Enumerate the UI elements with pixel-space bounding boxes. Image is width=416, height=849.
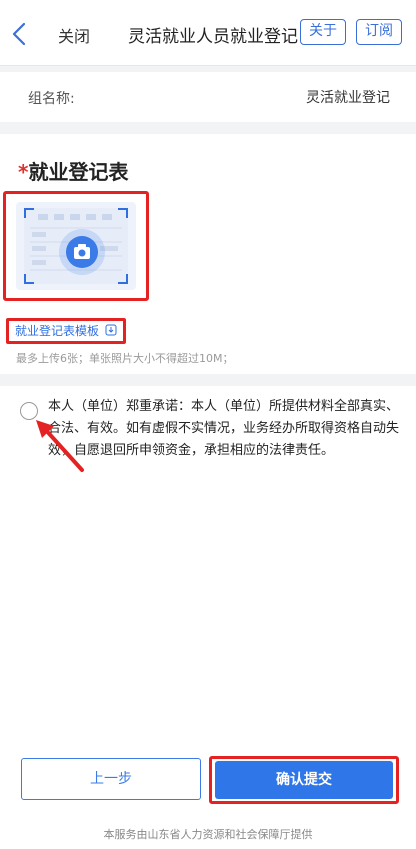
commitment-section: 本人（单位）郑重承诺：本人（单位）所提供材料全部真实、合法、有效。如有虚假不实情… bbox=[0, 386, 416, 726]
commitment-text: 本人（单位）郑重承诺：本人（单位）所提供材料全部真实、合法、有效。如有虚假不实情… bbox=[48, 399, 400, 458]
group-name-label: 组名称: bbox=[28, 91, 75, 107]
frame-corner bbox=[24, 274, 34, 284]
frame-corner bbox=[118, 274, 128, 284]
group-name-row: 组名称: 灵活就业登记 bbox=[0, 72, 416, 122]
group-name-value: 灵活就业登记 bbox=[306, 90, 390, 106]
frame-corner bbox=[24, 208, 34, 218]
upload-hint: 最多上传6张；单张照片大小不得超过10M； bbox=[16, 352, 234, 365]
top-nav-bar: 关闭 灵活就业人员就业登记 关于 订阅 bbox=[0, 0, 416, 66]
required-mark: * bbox=[18, 160, 29, 184]
bottom-action-bar: 上一步 确认提交 本服务由山东省人力资源和社会保障厅提供 bbox=[0, 726, 416, 849]
about-button[interactable]: 关于 bbox=[300, 19, 346, 45]
camera-icon[interactable] bbox=[66, 236, 98, 268]
download-icon bbox=[105, 324, 117, 336]
back-arrow-icon[interactable] bbox=[8, 20, 32, 48]
close-button[interactable]: 关闭 bbox=[58, 23, 90, 47]
section-title: *就业登记表 bbox=[18, 156, 128, 185]
red-annotation-arrow-icon bbox=[36, 420, 84, 472]
confirm-highlight-frame: 确认提交 bbox=[209, 756, 399, 804]
upload-placeholder-image bbox=[16, 202, 136, 290]
subscribe-button[interactable]: 订阅 bbox=[356, 19, 402, 45]
template-download-link[interactable]: 就业登记表模板 bbox=[6, 318, 126, 344]
page: 关闭 灵活就业人员就业登记 关于 订阅 组名称: 灵活就业登记 *就业登记表 就… bbox=[0, 0, 416, 849]
previous-step-button[interactable]: 上一步 bbox=[21, 758, 201, 800]
photo-upload-box[interactable] bbox=[3, 191, 149, 301]
section-title-text: 就业登记表 bbox=[28, 160, 129, 184]
confirm-submit-button[interactable]: 确认提交 bbox=[215, 761, 393, 799]
template-link-label: 就业登记表模板 bbox=[15, 324, 100, 338]
employment-form-card: *就业登记表 就业登记表模板 最多上传6张；单张照片大小不得超过10M； bbox=[0, 134, 416, 374]
frame-corner bbox=[118, 208, 128, 218]
service-provider-footer: 本服务由山东省人力资源和社会保障厅提供 bbox=[103, 828, 313, 841]
page-title: 灵活就业人员就业登记 bbox=[128, 27, 298, 47]
